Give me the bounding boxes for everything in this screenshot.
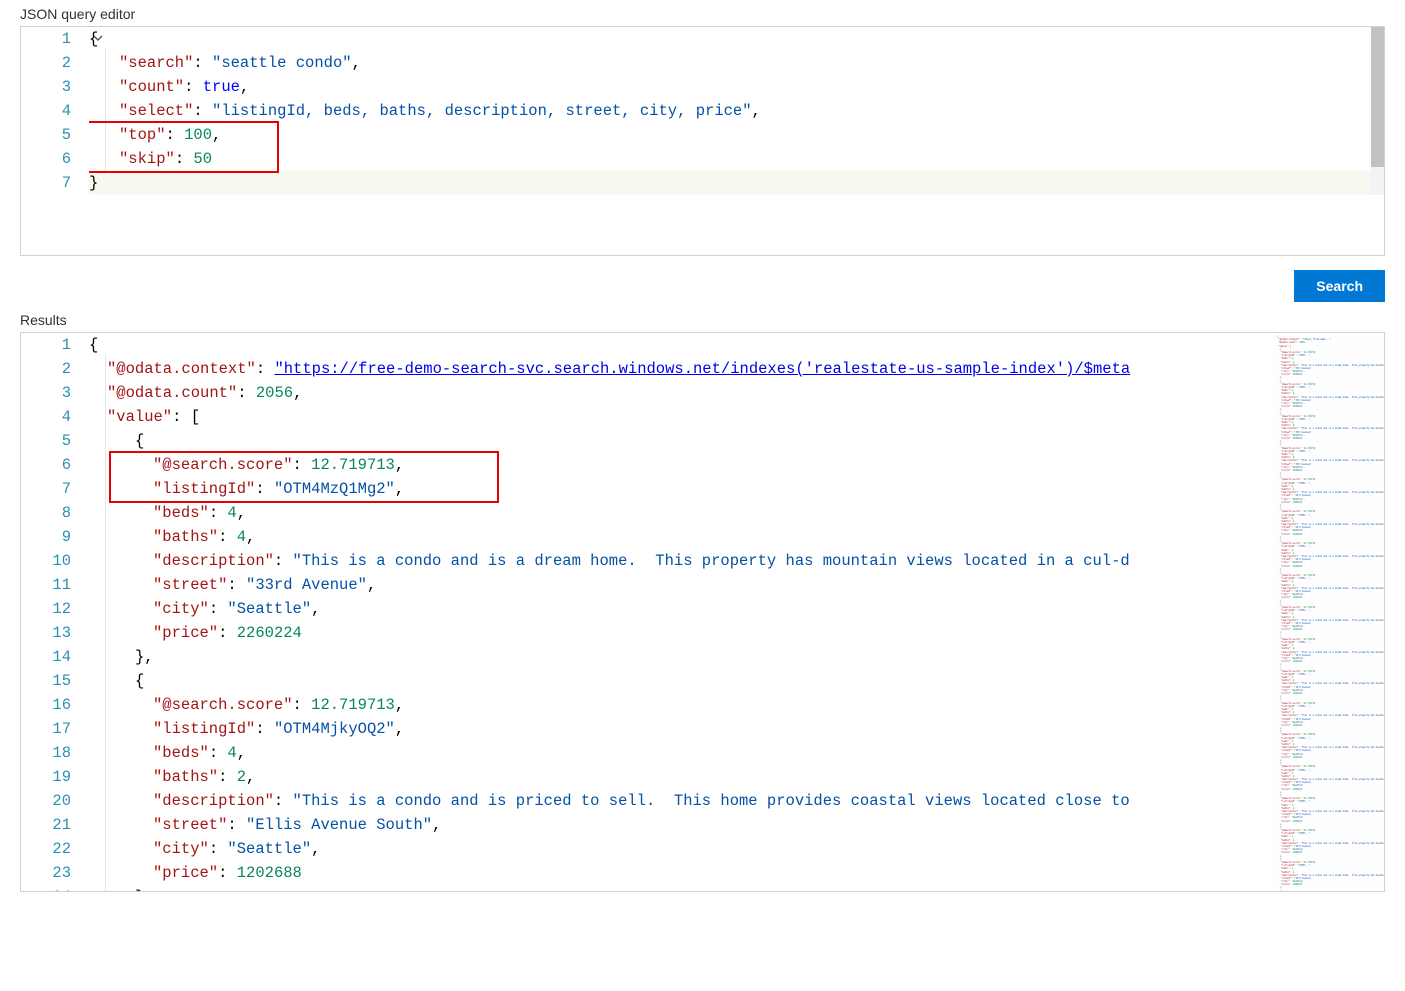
- results-minimap[interactable]: { "@odata.context": "https://free-demo..…: [1274, 333, 1384, 891]
- query-code[interactable]: { "search": "seattle condo", "count": tr…: [89, 27, 1384, 195]
- results-label: Results: [20, 312, 1385, 328]
- search-button[interactable]: Search: [1294, 270, 1385, 302]
- query-editor-label: JSON query editor: [20, 6, 1385, 22]
- results-code: { "@odata.context": "https://free-demo-s…: [89, 333, 1274, 891]
- results-editor[interactable]: 1 2 3 4 5 6 7 8 9 10 11 12 13 14 15 16 1…: [20, 332, 1385, 892]
- query-editor[interactable]: 1 2 3 4 5 6 7 { "search": "seattle condo…: [20, 26, 1385, 256]
- query-gutter: 1 2 3 4 5 6 7: [21, 27, 89, 195]
- results-gutter: 1 2 3 4 5 6 7 8 9 10 11 12 13 14 15 16 1…: [21, 333, 89, 891]
- query-scrollbar[interactable]: [1371, 27, 1384, 195]
